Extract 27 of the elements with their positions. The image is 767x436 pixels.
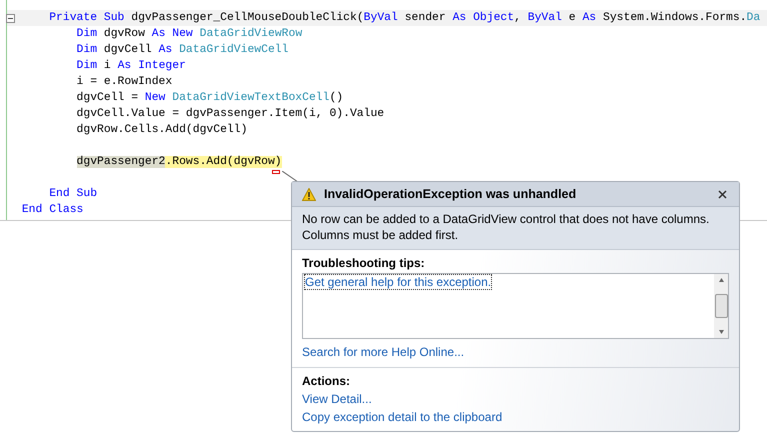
close-button[interactable] — [716, 188, 729, 200]
code-line: i = e.RowIndex — [76, 74, 172, 90]
code-line: dgvCell = New DataGridViewTextBoxCell() — [76, 90, 344, 106]
leader-line — [282, 171, 300, 183]
exception-message: No row can be added to a DataGridView control that does not have columns. Columns must be added first. — [292, 207, 739, 250]
error-marker-icon — [272, 170, 280, 174]
help-link[interactable]: Get general help for this exception. — [305, 275, 492, 289]
warning-icon — [302, 188, 316, 200]
scroll-up-icon[interactable] — [718, 278, 724, 282]
action-link[interactable]: View Detail... — [302, 392, 372, 406]
scrollbar[interactable] — [714, 274, 728, 338]
tips-heading: Troubleshooting tips: — [302, 256, 426, 270]
code-line: dgvRow.Cells.Add(dgvCell) — [76, 122, 248, 138]
actions-heading: Actions: — [302, 374, 351, 388]
scroll-down-icon[interactable] — [718, 330, 724, 334]
search-help-link[interactable]: Search for more Help Online... — [302, 345, 464, 359]
code-line: Dim dgvCell As DataGridViewCell — [76, 42, 288, 58]
exception-title: InvalidOperationException was unhandled — [324, 187, 578, 201]
code-line: dgvCell.Value = dgvPassenger.Item(i, 0).Value — [76, 106, 384, 122]
code-line: Dim i As Integer — [76, 58, 186, 74]
code-line: Dim dgvRow As New DataGridViewRow — [76, 26, 302, 42]
close-icon — [718, 190, 727, 198]
collapse-icon[interactable] — [6, 14, 15, 23]
code-line: End Class — [20, 202, 84, 218]
action-link[interactable]: Copy exception detail to the clipboard — [302, 410, 502, 424]
code-line: dgvPassenger2.Rows.Add(dgvRow) — [76, 154, 282, 170]
code-line: End Sub — [48, 186, 98, 202]
